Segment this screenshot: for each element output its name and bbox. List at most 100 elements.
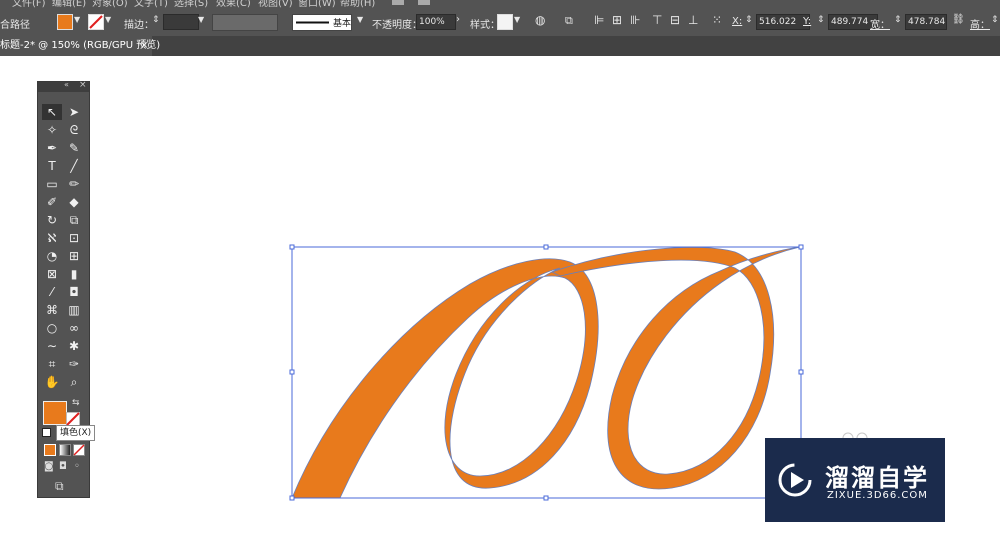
mesh-tool-icon[interactable]: ⊠ xyxy=(42,266,62,282)
crop-tool-icon[interactable]: ⌗ xyxy=(42,356,62,372)
line-tool-icon[interactable]: ╱ xyxy=(64,158,84,174)
column-graph-tool-icon[interactable]: ▥ xyxy=(64,302,84,318)
w-field[interactable]: 478.784 xyxy=(905,14,947,30)
watermark-brand: 溜溜自学 xyxy=(825,464,929,492)
align-bottom-icon[interactable]: ⊥ xyxy=(688,13,698,27)
hand-tool-icon[interactable]: ✋ xyxy=(42,374,62,390)
align-hcenter-icon[interactable]: ⊞ xyxy=(612,13,622,27)
align-top-icon[interactable]: ⊤ xyxy=(652,13,662,27)
artboard-tool-icon[interactable]: ○ xyxy=(42,320,62,336)
chevron-down-icon[interactable]: ▼ xyxy=(514,15,520,24)
pencil-tool-icon[interactable]: ✑ xyxy=(64,356,84,372)
document-tab-bar: 标题-2* @ 150% (RGB/GPU 预览) × xyxy=(0,36,1000,56)
gradient-tool-icon[interactable]: ▮ xyxy=(64,266,84,282)
zoom-tool-icon[interactable]: ⌕ xyxy=(64,374,84,390)
free-transform-tool-icon[interactable]: ⊡ xyxy=(64,230,84,246)
menu-select[interactable]: 选择(S) xyxy=(174,0,208,8)
direct-selection-tool-icon[interactable]: ➤ xyxy=(64,104,84,120)
transform-icon[interactable]: ⧉ xyxy=(565,14,573,28)
stroke-color-swatch[interactable] xyxy=(66,412,80,426)
chevron-right-icon[interactable]: › xyxy=(456,14,460,25)
swap-colors-icon[interactable]: ⇆ xyxy=(72,398,80,408)
stroke-weight-field[interactable] xyxy=(163,14,199,30)
type-tool-icon[interactable]: T xyxy=(42,158,62,174)
curvature-tool-icon[interactable]: ✎ xyxy=(64,140,84,156)
document-tab[interactable]: 标题-2* @ 150% (RGB/GPU 预览) × xyxy=(0,36,160,56)
menu-effect[interactable]: 效果(C) xyxy=(216,0,251,8)
calligraphy-artwork[interactable] xyxy=(291,246,801,499)
bridge-icon[interactable] xyxy=(418,0,430,5)
x-field[interactable]: 516.022 xyxy=(756,14,810,30)
color-mode-icon[interactable] xyxy=(44,444,56,456)
opacity-field[interactable]: 100% xyxy=(416,14,456,30)
default-colors-icon[interactable] xyxy=(42,428,51,437)
x-stepper-icon[interactable]: ⇕ xyxy=(745,15,753,25)
menu-window[interactable]: 窗口(W) xyxy=(298,0,336,8)
shaper-tool-icon[interactable]: ✐ xyxy=(42,194,62,210)
perspective-grid-tool-icon[interactable]: ⊞ xyxy=(64,248,84,264)
menu-view[interactable]: 视图(V) xyxy=(258,0,293,8)
chevron-down-icon[interactable]: ▼ xyxy=(198,15,204,24)
draw-normal-icon[interactable]: ◙ xyxy=(44,461,54,472)
stroke-weight-stepper[interactable]: ⇕ xyxy=(152,15,160,25)
handle-mid-left xyxy=(289,369,295,375)
menu-help[interactable]: 帮助(H) xyxy=(340,0,375,8)
screen-mode-icon[interactable]: ⧉ xyxy=(55,479,64,494)
eyedropper-tool-icon[interactable]: ⁄ xyxy=(42,284,62,300)
menu-type[interactable]: 文字(T) xyxy=(134,0,168,8)
pen-tool-icon[interactable]: ✒ xyxy=(42,140,62,156)
handle-top-left xyxy=(289,244,295,250)
lasso-tool-icon[interactable]: ᘓ xyxy=(64,122,84,138)
selection-tool-icon[interactable]: ↖ xyxy=(42,104,62,120)
warp-tool-icon[interactable]: ℵ xyxy=(42,230,62,246)
y-stepper-icon[interactable]: ⇕ xyxy=(817,15,825,25)
watermark-logo: 溜溜自学 ZIXUE.3D66.COM xyxy=(765,438,945,522)
handle-bottom-left xyxy=(289,495,295,501)
align-vcenter-icon[interactable]: ⊟ xyxy=(670,13,680,27)
y-label: Y: xyxy=(803,16,812,27)
draw-behind-icon[interactable]: ◘ xyxy=(59,461,67,472)
none-mode-icon[interactable] xyxy=(73,444,85,456)
scale-tool-icon[interactable]: ⧉ xyxy=(64,212,84,228)
fill-swatch[interactable] xyxy=(57,14,73,30)
variable-width-profile[interactable] xyxy=(212,14,278,31)
close-icon[interactable]: × xyxy=(79,80,87,90)
fill-color-swatch[interactable] xyxy=(43,401,67,425)
panel-header[interactable]: « × xyxy=(38,80,89,92)
gradient-mode-icon[interactable] xyxy=(59,444,71,456)
rectangle-tool-icon[interactable]: ▭ xyxy=(42,176,62,192)
width-tool-icon[interactable]: ∼ xyxy=(42,338,62,354)
handle-top-right xyxy=(798,244,804,250)
rotate-tool-icon[interactable]: ↻ xyxy=(42,212,62,228)
stroke-swatch[interactable] xyxy=(88,14,104,30)
menu-edit[interactable]: 编辑(E) xyxy=(52,0,86,8)
reference-point-icon[interactable]: ⁙ xyxy=(712,13,722,27)
draw-inside-icon[interactable]: ◦ xyxy=(74,461,80,472)
blend-tool-icon[interactable]: ◘ xyxy=(64,284,84,300)
shape-builder-tool-icon[interactable]: ◔ xyxy=(42,248,62,264)
link-icon[interactable]: ⛓ xyxy=(952,14,965,25)
align-left-icon[interactable]: ⊫ xyxy=(594,13,604,27)
menu-bar: 文件(F) 编辑(E) 对象(O) 文字(T) 选择(S) 效果(C) 视图(V… xyxy=(0,0,1000,8)
paintbrush-tool-icon[interactable]: ✏ xyxy=(64,176,84,192)
h-stepper-icon[interactable]: ⇕ xyxy=(991,15,999,25)
w-stepper-icon[interactable]: ⇕ xyxy=(894,15,902,25)
close-icon[interactable]: × xyxy=(140,36,148,56)
menu-file[interactable]: 文件(F) xyxy=(12,0,46,8)
chevron-down-icon[interactable]: ▼ xyxy=(357,15,363,24)
eraser-tool-icon[interactable]: ◆ xyxy=(64,194,84,210)
chevron-down-icon[interactable]: ▼ xyxy=(74,15,80,24)
opacity-label: 不透明度： xyxy=(372,20,422,31)
graphic-style-swatch[interactable] xyxy=(497,14,513,30)
menu-object[interactable]: 对象(O) xyxy=(92,0,128,8)
none-slash-icon xyxy=(89,15,103,29)
collapse-icon[interactable]: « xyxy=(64,80,69,89)
chevron-down-icon[interactable]: ▼ xyxy=(105,15,111,24)
magic-wand-tool-icon[interactable]: ✧ xyxy=(42,122,62,138)
align-right-icon[interactable]: ⊪ xyxy=(630,13,640,27)
recolor-icon[interactable]: ◍ xyxy=(535,13,545,27)
slice-tool-icon[interactable]: ∞ xyxy=(64,320,84,336)
layout-icon[interactable] xyxy=(392,0,404,5)
puppet-warp-tool-icon[interactable]: ✱ xyxy=(64,338,84,354)
symbol-sprayer-tool-icon[interactable]: ⌘ xyxy=(42,302,62,318)
